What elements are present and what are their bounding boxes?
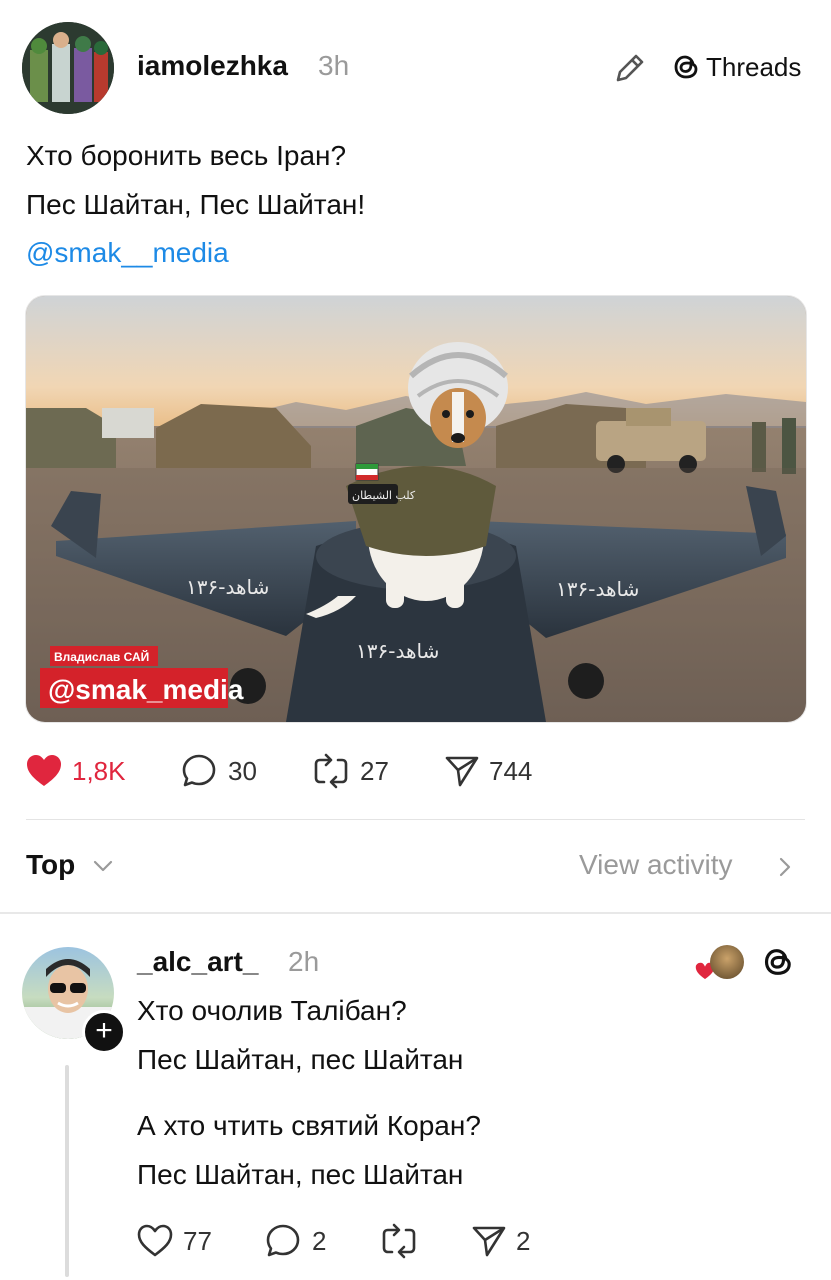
- liker-avatar: [710, 945, 744, 979]
- chevron-down-icon[interactable]: [92, 858, 114, 874]
- section-divider: [0, 912, 831, 914]
- reply-share-send-icon[interactable]: [470, 1222, 508, 1260]
- repost-count[interactable]: 27: [360, 756, 389, 787]
- reply-username[interactable]: _alc_art_: [137, 946, 258, 978]
- edit-pencil-icon[interactable]: [612, 50, 648, 86]
- post-text-line-2: Пес Шайтан, Пес Шайтан!: [26, 189, 366, 220]
- reply-text-line-3: А хто чтить святий Коран?: [137, 1110, 481, 1141]
- divider: [26, 819, 805, 820]
- reply-text-line-4: Пес Шайтан, пес Шайтан: [137, 1159, 464, 1190]
- repost-icon[interactable]: [312, 752, 350, 790]
- drone-marking-center: شاهد-۱۳۶: [356, 639, 439, 663]
- threads-logo-icon[interactable]: [762, 945, 796, 979]
- reply-comment-count[interactable]: 2: [312, 1226, 326, 1257]
- reply-share-count[interactable]: 2: [516, 1226, 530, 1257]
- reply-text-line-2: Пес Шайтан, пес Шайтан: [137, 1044, 464, 1075]
- post-mention-link[interactable]: @smak__media: [26, 237, 229, 269]
- comment-icon[interactable]: [180, 752, 218, 790]
- comment-count[interactable]: 30: [228, 756, 257, 787]
- post-image[interactable]: شاهد-۱۳۶ شاهد-۱۳۶ شاهد-۱۳۶ كلب الشيطان В…: [25, 295, 807, 723]
- reply-like-heart-icon[interactable]: [136, 1222, 174, 1260]
- sort-top-button[interactable]: Top: [26, 849, 75, 881]
- share-count[interactable]: 744: [489, 756, 532, 787]
- sign-board: [102, 408, 154, 438]
- drone-marking-right: شاهد-۱۳۶: [556, 577, 639, 601]
- avatar-illustration: [22, 22, 114, 114]
- like-count[interactable]: 1,8K: [72, 756, 126, 787]
- reply-like-count[interactable]: 77: [183, 1226, 212, 1257]
- author-avatar[interactable]: [22, 22, 114, 114]
- view-activity-link[interactable]: View activity: [579, 849, 733, 881]
- threads-label[interactable]: Threads: [706, 52, 801, 83]
- like-heart-icon[interactable]: [25, 752, 63, 790]
- drone-marking-left: شاهد-۱۳۶: [186, 575, 269, 599]
- follow-plus-button[interactable]: +: [82, 1010, 126, 1054]
- chevron-right-icon[interactable]: [778, 856, 792, 878]
- share-send-icon[interactable]: [443, 752, 481, 790]
- reply-text-line-1: Хто очолив Талібан?: [137, 995, 407, 1026]
- image-caption-big: @smak_media: [48, 674, 244, 705]
- image-caption-small: Владислав САЙ: [54, 649, 149, 664]
- reply-repost-icon[interactable]: [380, 1222, 418, 1260]
- reply-time: 2h: [288, 946, 320, 977]
- post-time: 3h: [318, 50, 350, 81]
- post-text-line-1: Хто боронить весь Іран?: [26, 140, 347, 171]
- vest-patch-text: كلب الشيطان: [352, 489, 416, 502]
- threads-logo-icon[interactable]: [672, 52, 702, 82]
- reply-comment-icon[interactable]: [264, 1222, 302, 1260]
- thread-line: [65, 1065, 69, 1277]
- author-username[interactable]: iamolezhka: [137, 50, 288, 82]
